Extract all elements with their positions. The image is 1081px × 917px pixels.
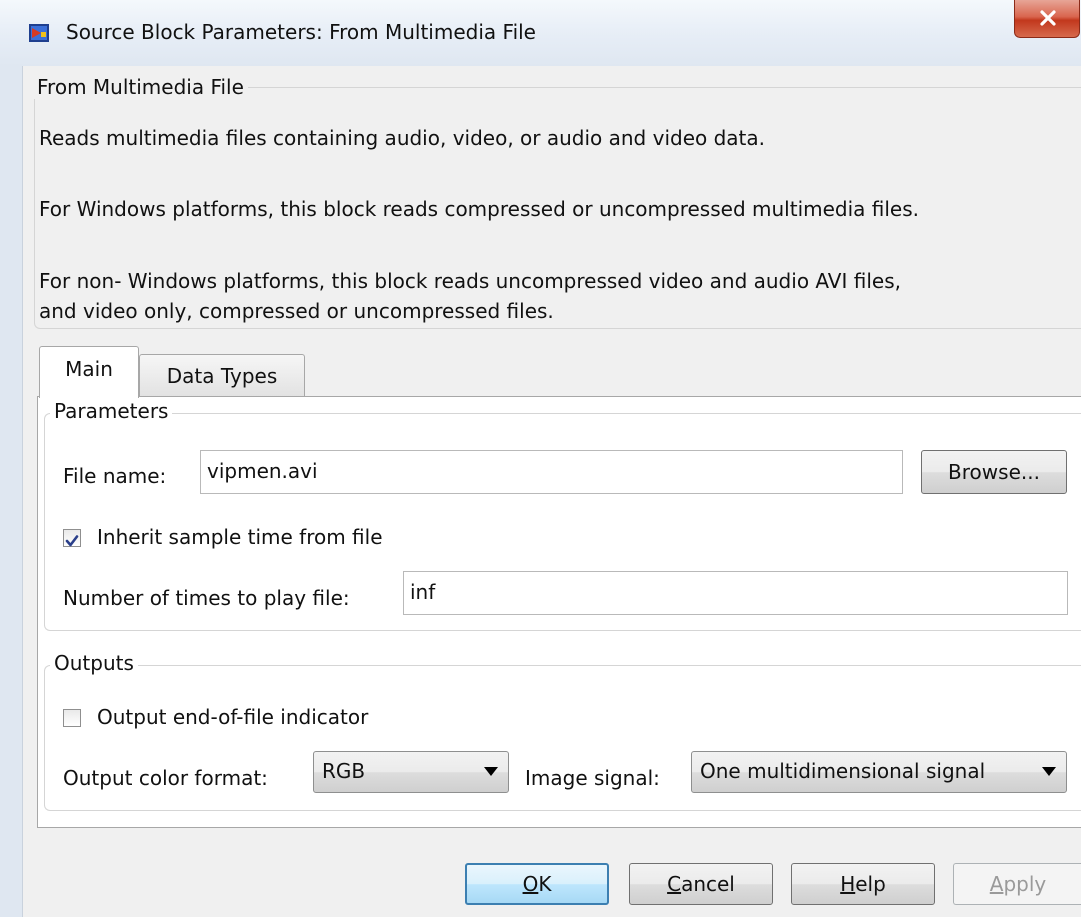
parameters-group: Parameters File name: vipmen.avi Browse.… [44, 399, 1081, 631]
color-format-value: RGB [322, 759, 366, 783]
eof-indicator-label: Output end-of-file indicator [97, 705, 369, 729]
cancel-button[interactable]: Cancel [629, 863, 773, 905]
apply-button[interactable]: Apply [953, 863, 1081, 905]
ok-mnemonic: O [522, 872, 539, 896]
dialog-client-area: From Multimedia File Reads multimedia fi… [22, 66, 1081, 917]
outputs-group: Outputs Output end-of-file indicator Out… [44, 651, 1081, 811]
description-group: From Multimedia File Reads multimedia fi… [33, 75, 1081, 329]
close-icon [1040, 10, 1056, 26]
browse-button[interactable]: Browse... [921, 450, 1067, 494]
cancel-label: ancel [681, 872, 735, 896]
apply-mnemonic: A [989, 872, 1004, 896]
simulink-block-icon [28, 22, 50, 44]
parameters-group-title: Parameters [50, 399, 173, 423]
dialog-window: Source Block Parameters: From Multimedia… [0, 0, 1081, 917]
image-signal-select[interactable]: One multidimensional signal [691, 751, 1067, 793]
image-signal-value: One multidimensional signal [700, 759, 986, 783]
tab-panel-main: Parameters File name: vipmen.avi Browse.… [37, 396, 1081, 828]
tab-data-types[interactable]: Data Types [139, 354, 305, 397]
help-mnemonic: H [840, 872, 856, 896]
cancel-mnemonic: C [667, 872, 682, 896]
ok-label: K [538, 872, 552, 896]
description-group-title: From Multimedia File [33, 75, 248, 99]
description-line-1: Reads multimedia files containing audio,… [39, 126, 766, 150]
color-format-label: Output color format: [63, 766, 268, 790]
help-button[interactable]: Help [791, 863, 935, 905]
help-label: elp [855, 872, 886, 896]
image-signal-label: Image signal: [525, 766, 660, 790]
description-line-3: For non- Windows platforms, this block r… [39, 269, 901, 293]
ok-button[interactable]: OK [465, 863, 609, 905]
inherit-sample-time-checkbox[interactable] [63, 529, 81, 547]
title-bar[interactable]: Source Block Parameters: From Multimedia… [0, 0, 1081, 66]
window-title: Source Block Parameters: From Multimedia… [66, 20, 536, 44]
play-times-label: Number of times to play file: [63, 586, 350, 610]
outputs-group-title: Outputs [50, 651, 138, 675]
chevron-down-icon [484, 767, 498, 776]
chevron-down-icon [1042, 767, 1056, 776]
close-button[interactable] [1014, 0, 1080, 38]
checkmark-icon [65, 535, 79, 547]
inherit-sample-time-label: Inherit sample time from file [97, 525, 383, 549]
eof-indicator-checkbox[interactable] [63, 709, 81, 727]
play-times-input[interactable]: inf [403, 571, 1068, 615]
file-name-label: File name: [63, 464, 167, 488]
apply-label: pply [1003, 872, 1047, 896]
description-line-4: and video only, compressed or uncompress… [39, 299, 554, 323]
description-line-2: For Windows platforms, this block reads … [39, 197, 920, 221]
color-format-select[interactable]: RGB [313, 751, 509, 793]
tab-main[interactable]: Main [39, 346, 139, 398]
file-name-input[interactable]: vipmen.avi [200, 450, 903, 494]
